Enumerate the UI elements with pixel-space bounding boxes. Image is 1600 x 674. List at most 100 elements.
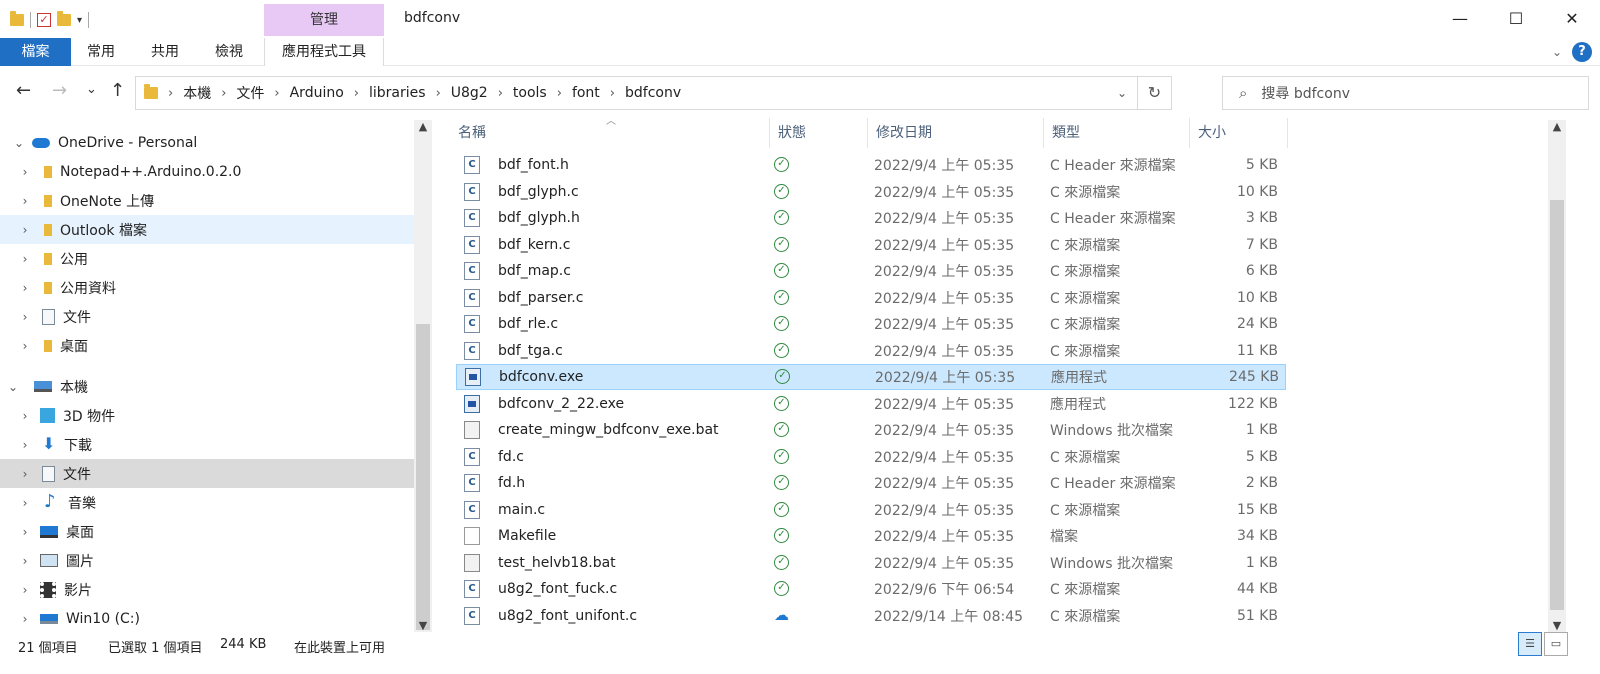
table-row[interactable]: Makefile ✓ 2022/9/4 上午 05:35 檔案 34 KB (456, 523, 1286, 549)
sidebar-item-this-pc[interactable]: ⌄ 本機 (0, 372, 420, 401)
table-row[interactable]: bdfconv_2_22.exe ✓ 2022/9/4 上午 05:35 應用程式 12… (456, 391, 1286, 417)
address-bar[interactable]: › 本機 › 文件 › Arduino › libraries › U8g2 ›… (135, 76, 1172, 110)
customize-qat-icon[interactable]: ▾ (77, 15, 82, 26)
table-row[interactable]: Cbdf_tga.c ✓ 2022/9/4 上午 05:35 C 來源檔案 11 KB (456, 338, 1286, 364)
table-row[interactable]: Cbdf_rle.c ✓ 2022/9/4 上午 05:35 C 來源檔案 24 KB (456, 311, 1286, 337)
table-row[interactable]: Cbdf_kern.c ✓ 2022/9/4 上午 05:35 C 來源檔案 7 KB (456, 232, 1286, 258)
chevron-right-icon[interactable]: › (350, 86, 363, 101)
sidebar-item-3d-objects[interactable]: › 3D 物件 (0, 401, 420, 430)
chevron-right-icon[interactable]: › (18, 409, 32, 423)
scroll-down-icon[interactable]: ▼ (414, 619, 432, 632)
sidebar-item-documents-onedrive[interactable]: › 文件 (0, 302, 420, 331)
minimize-button[interactable]: — (1432, 0, 1488, 38)
tab-file[interactable]: 檔案 (0, 38, 71, 66)
chevron-right-icon[interactable]: › (18, 223, 32, 237)
breadcrumb-item[interactable]: bdfconv (619, 85, 687, 101)
sidebar-item-onedrive[interactable]: ⌄ OneDrive - Personal (0, 128, 420, 157)
chevron-right-icon[interactable]: › (18, 194, 32, 208)
table-row[interactable]: Cbdf_map.c ✓ 2022/9/4 上午 05:35 C 來源檔案 6 KB (456, 258, 1286, 284)
tab-home[interactable]: 常用 (71, 38, 131, 66)
sidebar-item-pictures[interactable]: › 圖片 (0, 546, 420, 575)
search-box[interactable]: ⌕ 搜尋 bdfconv (1222, 76, 1589, 110)
chevron-right-icon[interactable]: › (18, 252, 32, 266)
scroll-up-icon[interactable]: ▲ (414, 120, 432, 133)
chevron-right-icon[interactable]: › (18, 496, 32, 510)
scroll-up-icon[interactable]: ▲ (1548, 120, 1566, 133)
tab-app-tools[interactable]: 應用程式工具 (264, 38, 384, 66)
column-header-type[interactable]: 類型 (1044, 118, 1190, 148)
breadcrumb-item[interactable]: 本機 (177, 83, 217, 103)
large-icons-view-icon[interactable]: ▭ (1544, 632, 1568, 656)
column-header-modified[interactable]: 修改日期 (868, 118, 1044, 148)
column-header-status[interactable]: 狀態 (770, 118, 868, 148)
table-row[interactable]: Cbdf_glyph.c ✓ 2022/9/4 上午 05:35 C 來源檔案 10 K… (456, 179, 1286, 205)
sidebar-item-onenote[interactable]: › OneNote 上傳 (0, 186, 420, 215)
breadcrumb-item[interactable]: U8g2 (445, 85, 494, 101)
help-icon[interactable]: ? (1572, 42, 1592, 62)
folder-icon[interactable] (10, 11, 24, 26)
table-row[interactable]: Cbdf_parser.c ✓ 2022/9/4 上午 05:35 C 來源檔案 10 … (456, 285, 1286, 311)
details-view-icon[interactable]: ☰ (1518, 632, 1542, 656)
sidebar-item-downloads[interactable]: › 下載 (0, 430, 420, 459)
close-button[interactable]: ✕ (1544, 0, 1600, 38)
properties-icon[interactable]: ✓ (37, 13, 51, 27)
chevron-down-icon[interactable]: ⌄ (6, 380, 20, 394)
address-dropdown-icon[interactable]: ⌄ (1107, 86, 1137, 100)
sidebar-item-desktop[interactable]: › 桌面 (0, 517, 420, 546)
new-folder-icon[interactable] (57, 11, 71, 26)
chevron-right-icon[interactable]: › (18, 281, 32, 295)
breadcrumb-item[interactable]: 文件 (230, 83, 270, 103)
column-header-name[interactable]: 名稱 (450, 118, 770, 148)
chevron-right-icon[interactable]: › (18, 310, 32, 324)
chevron-right-icon[interactable]: › (606, 86, 619, 101)
scrollbar-thumb[interactable] (1550, 200, 1564, 610)
chevron-right-icon[interactable]: › (18, 525, 32, 539)
table-row[interactable]: Cfd.c ✓ 2022/9/4 上午 05:35 C 來源檔案 5 KB (456, 444, 1286, 470)
table-row[interactable]: Cu8g2_font_unifont.c ☁ 2022/9/14 上午 08:45 C… (456, 603, 1286, 629)
breadcrumb-item[interactable]: libraries (363, 85, 432, 101)
table-row[interactable]: Cfd.h ✓ 2022/9/4 上午 05:35 C Header 來源檔案 2 KB (456, 470, 1286, 496)
maximize-button[interactable]: ☐ (1488, 0, 1544, 38)
back-button[interactable]: ← (16, 80, 31, 101)
chevron-right-icon[interactable]: › (553, 86, 566, 101)
table-row[interactable]: Cu8g2_font_fuck.c ✓ 2022/9/6 下午 06:54 C 來源檔… (456, 576, 1286, 602)
sidebar-item-public-data[interactable]: › 公用資料 (0, 273, 420, 302)
tab-view[interactable]: 檢視 (199, 38, 259, 66)
table-row[interactable]: bdfconv.exe ✓ 2022/9/4 上午 05:35 應用程式 245 KB (456, 364, 1286, 390)
sidebar-item-drive-c[interactable]: › Win10 (C:) (0, 604, 420, 633)
sidebar-item-videos[interactable]: › 影片 (0, 575, 420, 604)
recent-locations-button[interactable]: ⌄ (86, 82, 97, 97)
table-row[interactable]: create_mingw_bdfconv_exe.bat ✓ 2022/9/4 上午… (456, 417, 1286, 443)
chevron-right-icon[interactable]: › (494, 86, 507, 101)
sidebar-item-desktop-onedrive[interactable]: › 桌面 (0, 331, 420, 360)
table-row[interactable]: Cbdf_font.h ✓ 2022/9/4 上午 05:35 C Header 來源… (456, 152, 1286, 178)
sidebar-item-outlook[interactable]: › Outlook 檔案 (0, 215, 420, 244)
scrollbar-thumb[interactable] (416, 324, 430, 630)
breadcrumb-item[interactable]: Arduino (284, 85, 350, 101)
chevron-down-icon[interactable]: ⌄ (12, 136, 26, 150)
navigation-pane-scrollbar[interactable]: ▲ ▼ (414, 120, 432, 632)
sidebar-item-documents[interactable]: › 文件 (0, 459, 420, 488)
sidebar-item-public[interactable]: › 公用 (0, 244, 420, 273)
scroll-down-icon[interactable]: ▼ (1548, 619, 1566, 632)
manage-contextual-tab[interactable]: 管理 (264, 4, 384, 36)
chevron-right-icon[interactable]: › (18, 339, 32, 353)
expand-ribbon-icon[interactable]: ⌄ (1552, 45, 1562, 59)
chevron-right-icon[interactable]: › (18, 554, 32, 568)
chevron-right-icon[interactable]: › (18, 467, 32, 481)
chevron-right-icon[interactable]: › (270, 86, 283, 101)
breadcrumb-item[interactable]: font (566, 85, 606, 101)
tab-share[interactable]: 共用 (135, 38, 195, 66)
chevron-right-icon[interactable]: › (18, 583, 32, 597)
sidebar-item-music[interactable]: › 音樂 (0, 488, 420, 517)
forward-button[interactable]: → (52, 80, 67, 101)
breadcrumb-item[interactable]: tools (507, 85, 553, 101)
file-list-scrollbar[interactable]: ▲ ▼ (1548, 120, 1566, 632)
table-row[interactable]: Cbdf_glyph.h ✓ 2022/9/4 上午 05:35 C Header 來… (456, 205, 1286, 231)
column-header-size[interactable]: 大小 (1190, 118, 1288, 148)
chevron-right-icon[interactable]: › (432, 86, 445, 101)
chevron-right-icon[interactable]: › (217, 86, 230, 101)
sidebar-item-notepad[interactable]: › Notepad++.Arduino.0.2.0 (0, 157, 420, 186)
chevron-right-icon[interactable]: › (164, 86, 177, 101)
chevron-right-icon[interactable]: › (18, 612, 32, 626)
